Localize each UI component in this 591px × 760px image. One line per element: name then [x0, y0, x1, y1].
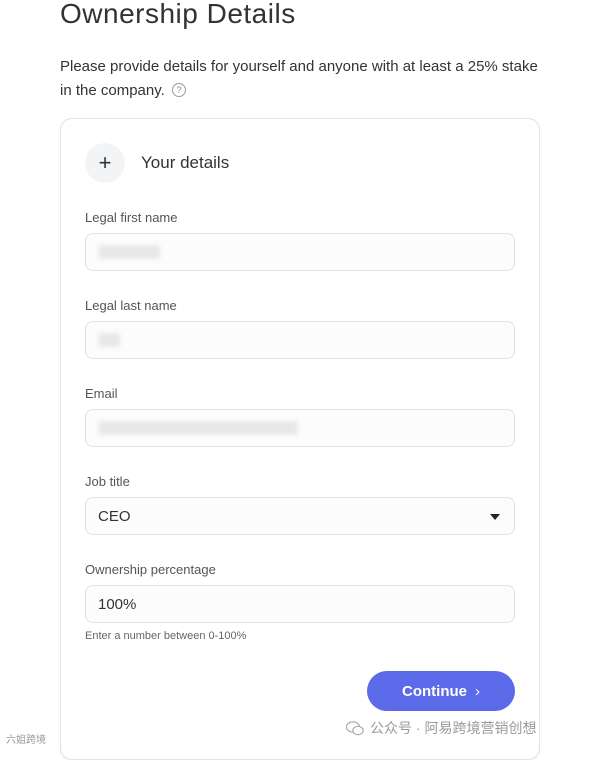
- watermark: 公众号 · 阿易跨境营销创想: [346, 718, 536, 738]
- intro-text: Please provide details for yourself and …: [60, 55, 540, 103]
- email-group: Email: [85, 385, 515, 447]
- chevron-right-icon: ›: [475, 682, 480, 700]
- last-name-label: Legal last name: [85, 298, 177, 313]
- email-input[interactable]: [85, 409, 515, 447]
- your-details-header[interactable]: + Your details: [85, 143, 229, 183]
- job-title-group: Job title CEO: [85, 473, 515, 535]
- first-name-input[interactable]: [85, 233, 515, 271]
- ownership-value: 100%: [98, 595, 137, 613]
- wechat-icon: [346, 720, 364, 735]
- first-name-group: Legal first name: [85, 209, 515, 271]
- email-label: Email: [85, 386, 118, 401]
- help-icon[interactable]: ?: [171, 83, 186, 98]
- plus-icon[interactable]: +: [85, 143, 125, 183]
- job-title-label: Job title: [85, 474, 130, 489]
- caret-down-icon[interactable]: [490, 514, 500, 520]
- job-title-select[interactable]: CEO: [85, 497, 515, 535]
- continue-button[interactable]: Continue ›: [367, 671, 515, 711]
- continue-label: Continue: [402, 682, 467, 700]
- watermark-left: 六姐跨境: [6, 735, 46, 746]
- redaction-blur: [98, 333, 120, 347]
- job-title-value: CEO: [98, 507, 131, 525]
- ownership-label: Ownership percentage: [85, 562, 216, 577]
- ownership-hint: Enter a number between 0-100%: [85, 630, 247, 642]
- redaction-blur: [98, 421, 298, 435]
- redaction-blur: [98, 245, 160, 259]
- last-name-input[interactable]: [85, 321, 515, 359]
- section-title: Your details: [141, 153, 230, 172]
- watermark-text: 公众号 · 阿易跨境营销创想: [370, 720, 537, 736]
- page-title: Ownership Details: [60, 0, 296, 29]
- ownership-card: + Your details Legal first name Legal la…: [60, 118, 540, 760]
- ownership-input[interactable]: 100%: [85, 585, 515, 623]
- intro-label: Please provide details for yourself and …: [60, 58, 538, 99]
- ownership-group: Ownership percentage 100% Enter a number…: [85, 561, 515, 642]
- last-name-group: Legal last name: [85, 297, 515, 359]
- first-name-label: Legal first name: [85, 210, 178, 225]
